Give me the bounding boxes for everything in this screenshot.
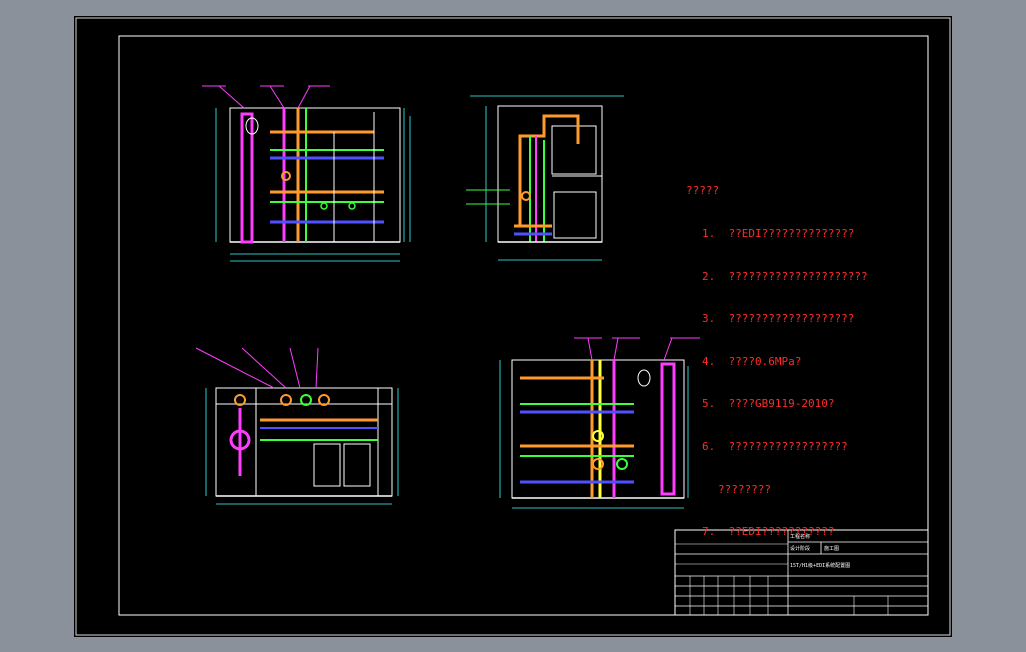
plan-view [195,347,399,505]
note-item-3: 3. ??????????????????? [702,312,855,326]
front-elevation-view [202,85,411,262]
title-block-project: 工程名称 [790,534,811,540]
side-elevation-view [466,95,624,261]
drawing-sheet: ????? 1. ??EDI?????????????? 2. ????????… [74,16,952,637]
title-block-stage-label: 设计阶段 [790,546,811,552]
notes-title: ????? [686,184,720,198]
note-item-6-continuation: ???????? [718,482,771,496]
note-item-2: 2. ????????????????????? [702,269,868,283]
general-notes: ????? 1. ??EDI?????????????? 2. ????????… [686,156,868,568]
rear-elevation-view [499,337,700,509]
vessel-shape [240,112,254,244]
note-item-6: 6. ?????????????????? [702,440,848,454]
title-block-drawing-title: 15T/H1级+EDI系统配置图 [790,563,851,569]
title-block-stage-value: 施工图 [824,546,840,552]
note-item-4: 4. ????0.6MPa? [702,354,802,368]
note-item-1: 1. ??EDI?????????????? [702,227,855,241]
note-item-7: 7. ??EDI??????????? [702,525,835,539]
note-item-5: 5. ????GB9119-2010? [702,397,835,411]
